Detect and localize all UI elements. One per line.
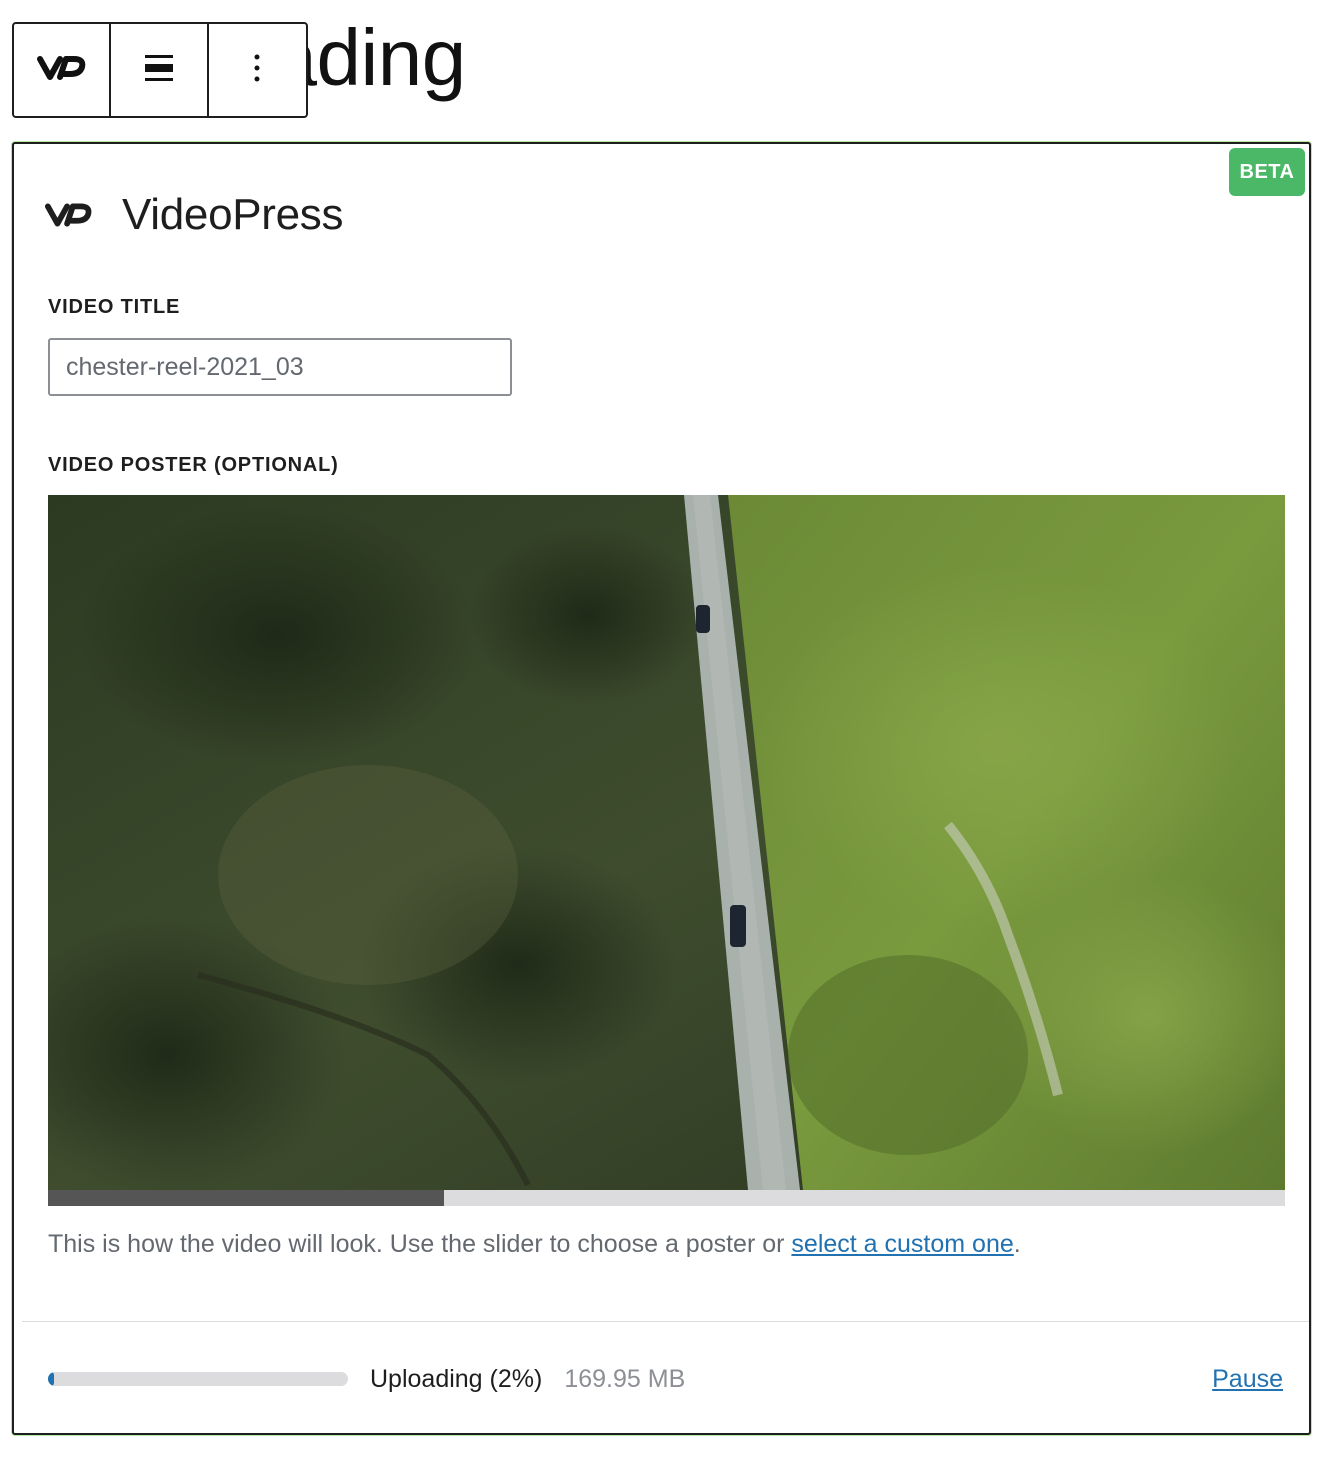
pause-upload-link[interactable]: Pause bbox=[1212, 1365, 1283, 1394]
upload-status-bar: Uploading (2%) 169.95 MB Pause bbox=[48, 1359, 1283, 1399]
videopress-block: BETA VideoPress VIDEO TITLE VIDEO POSTER… bbox=[12, 142, 1311, 1435]
brand-name: VideoPress bbox=[122, 190, 344, 239]
video-title-label: VIDEO TITLE bbox=[48, 296, 181, 318]
upload-progress-fill bbox=[48, 1372, 54, 1386]
upload-status: Uploading (2%) bbox=[370, 1364, 543, 1393]
videopress-logo-icon bbox=[36, 51, 88, 90]
editor-canvas: by uploading bbox=[0, 0, 1330, 1462]
block-type-button[interactable] bbox=[14, 24, 112, 116]
select-custom-poster-link[interactable]: select a custom one bbox=[791, 1230, 1013, 1258]
more-options-button[interactable] bbox=[209, 24, 306, 116]
video-poster-image bbox=[48, 495, 1285, 1190]
upload-progress-bar bbox=[48, 1372, 348, 1386]
align-icon bbox=[143, 51, 175, 90]
upload-file-size: 169.95 MB bbox=[564, 1364, 686, 1393]
slider-fill bbox=[48, 1190, 444, 1206]
poster-frame-slider[interactable] bbox=[48, 1190, 1285, 1206]
video-poster-label: VIDEO POSTER (OPTIONAL) bbox=[48, 454, 339, 476]
video-title-input[interactable] bbox=[48, 338, 512, 396]
videopress-logo-icon bbox=[44, 198, 94, 232]
beta-badge: BETA bbox=[1229, 148, 1305, 196]
poster-help-text: This is how the video will look. Use the… bbox=[48, 1230, 1021, 1259]
more-options-icon bbox=[253, 51, 261, 90]
align-button[interactable] bbox=[111, 24, 209, 116]
block-toolbar bbox=[12, 22, 308, 118]
videopress-brand: VideoPress bbox=[44, 190, 344, 240]
help-period: . bbox=[1013, 1230, 1021, 1258]
divider bbox=[22, 1321, 1309, 1322]
help-text: This is how the video will look. Use the… bbox=[48, 1230, 792, 1258]
